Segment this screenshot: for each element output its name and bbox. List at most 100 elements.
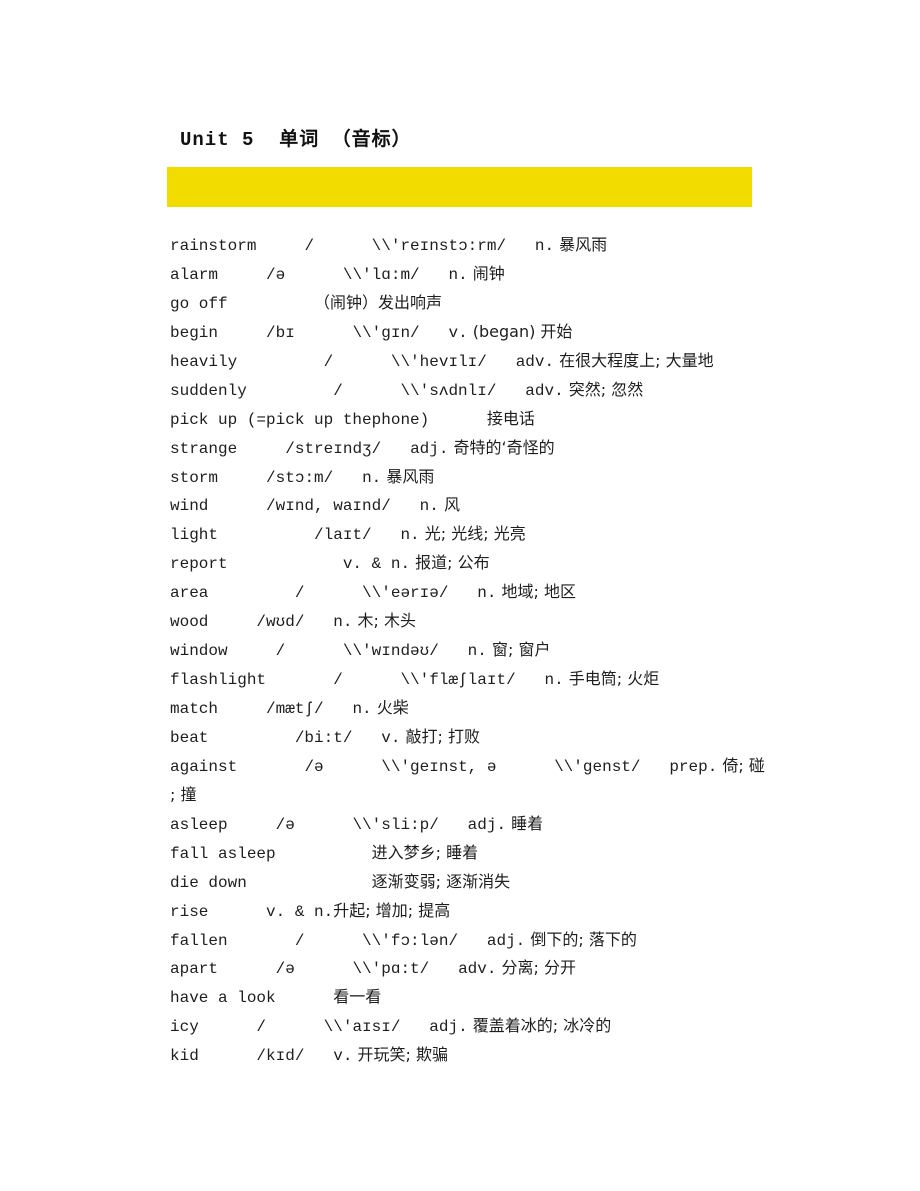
vocab-part-of-speech: adj.	[429, 1018, 468, 1037]
vocab-phonetic: /laɪt/	[314, 526, 372, 545]
vocab-entry: report v. & n. 报道; 公布	[170, 549, 760, 578]
vocab-part-of-speech: n.	[362, 468, 382, 487]
vocab-part-of-speech: n.	[534, 237, 555, 255]
vocab-meaning: 开玩笑; 欺骗	[352, 1045, 449, 1065]
vocab-word: storm	[170, 468, 219, 487]
vocab-meaning: 敲打; 打败	[400, 726, 481, 746]
vocab-meaning: 突然; 忽然	[563, 379, 644, 399]
vocab-part-of-speech: adj.	[486, 931, 526, 950]
vocab-entry: area / \\'eərɪə/ n. 地域; 地区	[170, 578, 760, 607]
vocab-word: go off	[170, 294, 228, 313]
vocab-meaning: 窗; 窗户	[486, 640, 551, 660]
vocab-entry: kid /kɪd/ v. 开玩笑; 欺骗	[170, 1041, 760, 1070]
vocab-entry: match /mætʃ/ n. 火柴	[170, 694, 760, 723]
vocab-entry: rainstorm / \\'reɪnstɔ:rm/ n. 暴风雨	[170, 231, 760, 260]
vocab-entry: apart /ə \\'pɑ:t/ adv. 分离; 分开	[170, 954, 760, 983]
vocab-phonetic: / \\'eərɪə/	[294, 584, 449, 603]
vocab-word: asleep	[170, 815, 228, 834]
vocab-meaning: 暴风雨	[381, 466, 435, 486]
vocab-meaning: 倚; 碰	[717, 755, 765, 775]
vocab-word: fall asleep	[170, 844, 276, 863]
vocab-phonetic: / \\'flæʃlaɪt/	[333, 671, 516, 690]
vocab-phonetic: / \\'hevɪlɪ/	[323, 352, 487, 371]
vocab-part-of-speech: n.	[400, 526, 420, 545]
vocab-entry: window / \\'wɪndəʊ/ n. 窗; 窗户	[170, 636, 760, 665]
vocab-part-of-speech: prep.	[669, 757, 718, 776]
vocab-meaning: 暴风雨	[554, 235, 608, 254]
vocab-word: window	[170, 642, 228, 661]
vocab-entry: wood /wʊd/ n. 木; 木头	[170, 607, 760, 636]
vocab-part-of-speech: v. & n.	[342, 555, 411, 574]
vocab-word: begin	[170, 323, 219, 342]
vocab-meaning: 木; 木头	[352, 611, 417, 631]
vocab-word: flashlight	[170, 671, 267, 690]
vocab-word: rainstorm	[170, 237, 257, 255]
highlight-bar	[167, 167, 752, 207]
vocab-word: beat	[170, 728, 209, 747]
vocab-entry: beat /bi:t/ v. 敲打; 打败	[170, 723, 760, 752]
vocab-meaning: 在很大程度上; 大量地	[554, 350, 714, 370]
vocab-entry: fall asleep 进入梦乡; 睡着	[170, 839, 760, 868]
vocab-word: light	[170, 526, 219, 545]
vocab-meaning: 光; 光线; 光亮	[419, 524, 526, 544]
page-title: Unit 5 单词 （音标）	[180, 129, 412, 151]
vocab-phonetic: / \\'fɔ:lən/	[294, 931, 459, 950]
vocab-meaning: 进入梦乡; 睡着	[371, 842, 479, 862]
vocab-meaning: 睡着	[506, 813, 544, 833]
vocab-word: pick up (=pick up thephone)	[170, 410, 430, 429]
vocab-part-of-speech: adv.	[458, 960, 497, 979]
vocab-phonetic: /bɪ \\'gɪn/	[266, 323, 420, 342]
vocab-word: area	[170, 584, 209, 603]
vocab-entry: fallen / \\'fɔ:lən/ adj. 倒下的; 落下的	[170, 926, 760, 955]
vocab-entry: go off （闹钟）发出响声	[170, 289, 760, 318]
vocab-word: against	[170, 757, 238, 776]
vocab-entry: pick up (=pick up thephone) 接电话	[170, 405, 760, 434]
vocab-part-of-speech: v.	[448, 323, 468, 342]
vocab-entry: rise v. & n.升起; 增加; 提高	[170, 897, 760, 926]
vocab-entry: suddenly / \\'sʌdnlɪ/ adv. 突然; 忽然	[170, 376, 760, 405]
vocab-word: suddenly	[170, 381, 247, 400]
vocab-word: match	[170, 700, 219, 718]
vocab-word: apart	[170, 960, 219, 979]
vocab-entry: asleep /ə \\'sli:p/ adj. 睡着	[170, 810, 760, 839]
vocab-meaning: 倒下的; 落下的	[525, 929, 637, 949]
vocab-part-of-speech: n.	[333, 613, 353, 632]
vocab-part-of-speech: n.	[544, 671, 564, 690]
vocab-part-of-speech: adv.	[525, 381, 564, 400]
vocab-part-of-speech: n.	[448, 265, 468, 284]
vocab-entry: die down 逐渐变弱; 逐渐消失	[170, 868, 760, 897]
vocab-meaning: 手电筒; 火炬	[563, 669, 660, 689]
vocab-meaning: （闹钟）发出响声	[314, 292, 443, 312]
vocab-entry: ; 撞	[170, 781, 760, 810]
